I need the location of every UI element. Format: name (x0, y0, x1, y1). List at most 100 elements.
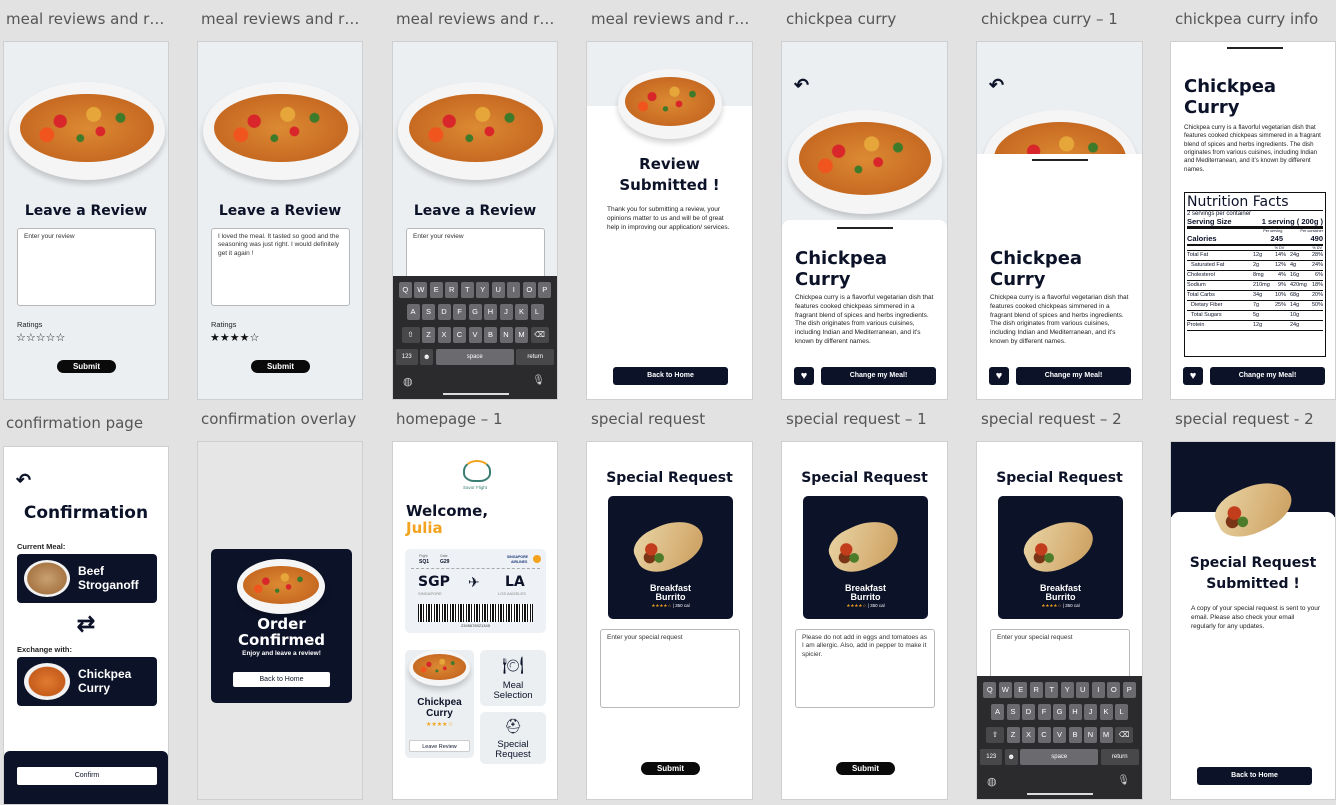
back-to-home-button[interactable]: Back to Home (233, 672, 330, 687)
review-input[interactable]: I loved the meal. It tasted so good and … (211, 228, 350, 306)
special-request-input[interactable]: Please do not add in eggs and tomatoes a… (795, 629, 935, 708)
change-meal-button[interactable]: Change my Meal! (1210, 367, 1325, 385)
key[interactable]: T (1045, 682, 1059, 698)
key[interactable]: L (530, 304, 544, 320)
emoji-key-icon[interactable]: ☻ (1004, 749, 1018, 765)
shift-key-icon[interactable]: ⇧ (986, 727, 1004, 743)
key[interactable]: Z (422, 327, 435, 343)
boarding-pass-card[interactable]: Flight SQ1 Gate G29 SINGAPORE AIRLINES S… (405, 549, 546, 633)
key[interactable]: A (991, 704, 1004, 720)
review-input[interactable]: Enter your review (17, 228, 156, 306)
key[interactable]: U (1076, 682, 1090, 698)
submit-button[interactable]: Submit (641, 762, 700, 775)
key[interactable]: R (1029, 682, 1043, 698)
current-meal-tile[interactable]: Chickpea Curry ★★★★☆ Leave Review (405, 650, 474, 758)
numbers-key[interactable]: 123 (395, 349, 418, 365)
special-request-input[interactable]: Enter your special request (600, 629, 740, 708)
microphone-icon[interactable]: 🎙 (1117, 775, 1130, 786)
key[interactable]: Q (983, 682, 997, 698)
confirm-button[interactable]: Confirm (17, 767, 157, 785)
favorite-heart-icon[interactable]: ♥ (989, 367, 1009, 385)
back-to-home-button[interactable]: Back to Home (613, 367, 728, 385)
key[interactable]: P (1122, 682, 1136, 698)
key[interactable]: X (1022, 727, 1035, 743)
backspace-key-icon[interactable]: ⌫ (530, 327, 549, 343)
return-key[interactable]: return (1100, 749, 1139, 765)
key[interactable]: D (1022, 704, 1035, 720)
key[interactable]: G (1053, 704, 1066, 720)
key[interactable]: F (453, 304, 466, 320)
key[interactable]: H (484, 304, 497, 320)
key[interactable]: M (515, 327, 528, 343)
key[interactable]: J (1084, 704, 1097, 720)
special-request-tile[interactable]: ⛑ Special Request (480, 712, 546, 764)
meal-selection-tile[interactable]: 🍽 Meal Selection (480, 650, 546, 706)
favorite-heart-icon[interactable]: ♥ (1183, 367, 1203, 385)
key[interactable]: Q (398, 282, 412, 298)
submit-button[interactable]: Submit (251, 360, 310, 373)
frame-label-special-1: special request – 1 (786, 410, 927, 428)
key[interactable]: K (515, 304, 528, 320)
key[interactable]: Y (1060, 682, 1074, 698)
key[interactable]: Y (476, 282, 490, 298)
back-to-home-button[interactable]: Back to Home (1197, 767, 1312, 785)
key[interactable]: B (484, 327, 497, 343)
change-meal-button[interactable]: Change my Meal! (821, 367, 936, 385)
key[interactable]: L (1115, 704, 1128, 720)
key[interactable]: R (445, 282, 459, 298)
drag-handle[interactable] (1227, 47, 1283, 49)
leave-review-button[interactable]: Leave Review (409, 740, 470, 752)
key[interactable]: Z (1006, 727, 1020, 743)
numbers-key[interactable]: 123 (980, 749, 1003, 765)
space-key[interactable]: space (435, 349, 514, 365)
globe-icon[interactable]: ◍ (987, 775, 997, 788)
back-arrow-icon[interactable]: ↶ (794, 75, 809, 96)
key[interactable]: I (507, 282, 521, 298)
key[interactable]: G (468, 304, 482, 320)
key[interactable]: A (406, 304, 420, 320)
backspace-key-icon[interactable]: ⌫ (1115, 727, 1133, 743)
key[interactable]: C (1037, 727, 1051, 743)
key[interactable]: I (1091, 682, 1105, 698)
shift-key-icon[interactable]: ⇧ (401, 327, 420, 343)
drag-handle[interactable] (837, 227, 893, 229)
return-key[interactable]: return (516, 349, 555, 365)
drag-handle[interactable] (1032, 159, 1088, 161)
submit-button[interactable]: Submit (836, 762, 895, 775)
key[interactable]: S (422, 304, 435, 320)
key[interactable]: J (499, 304, 513, 320)
rating-stars[interactable]: ☆☆☆☆☆ (16, 331, 65, 344)
key[interactable]: V (1053, 727, 1066, 743)
rating-stars[interactable]: ★★★★☆ (210, 331, 259, 344)
key[interactable]: C (453, 327, 466, 343)
key[interactable]: V (468, 327, 482, 343)
submit-button[interactable]: Submit (57, 360, 116, 373)
globe-icon[interactable]: ◍ (403, 375, 413, 388)
key[interactable]: K (1099, 704, 1113, 720)
key[interactable]: E (429, 282, 443, 298)
key[interactable]: U (491, 282, 505, 298)
key[interactable]: O (1107, 682, 1121, 698)
key[interactable]: H (1068, 704, 1082, 720)
key[interactable]: W (414, 282, 428, 298)
key[interactable]: M (1099, 727, 1113, 743)
key[interactable]: F (1037, 704, 1051, 720)
emoji-key-icon[interactable]: ☻ (420, 349, 434, 365)
key[interactable]: O (522, 282, 536, 298)
key[interactable]: P (538, 282, 552, 298)
back-arrow-icon[interactable]: ↶ (16, 470, 31, 491)
space-key[interactable]: space (1020, 749, 1099, 765)
key[interactable]: X (437, 327, 451, 343)
key[interactable]: T (460, 282, 474, 298)
key[interactable]: N (499, 327, 513, 343)
key[interactable]: N (1084, 727, 1097, 743)
microphone-icon[interactable]: 🎙 (532, 375, 545, 386)
back-arrow-icon[interactable]: ↶ (989, 75, 1004, 96)
key[interactable]: D (437, 304, 451, 320)
change-meal-button[interactable]: Change my Meal! (1016, 367, 1131, 385)
key[interactable]: E (1014, 682, 1028, 698)
key[interactable]: B (1068, 727, 1082, 743)
key[interactable]: W (998, 682, 1012, 698)
favorite-heart-icon[interactable]: ♥ (794, 367, 814, 385)
key[interactable]: S (1006, 704, 1020, 720)
